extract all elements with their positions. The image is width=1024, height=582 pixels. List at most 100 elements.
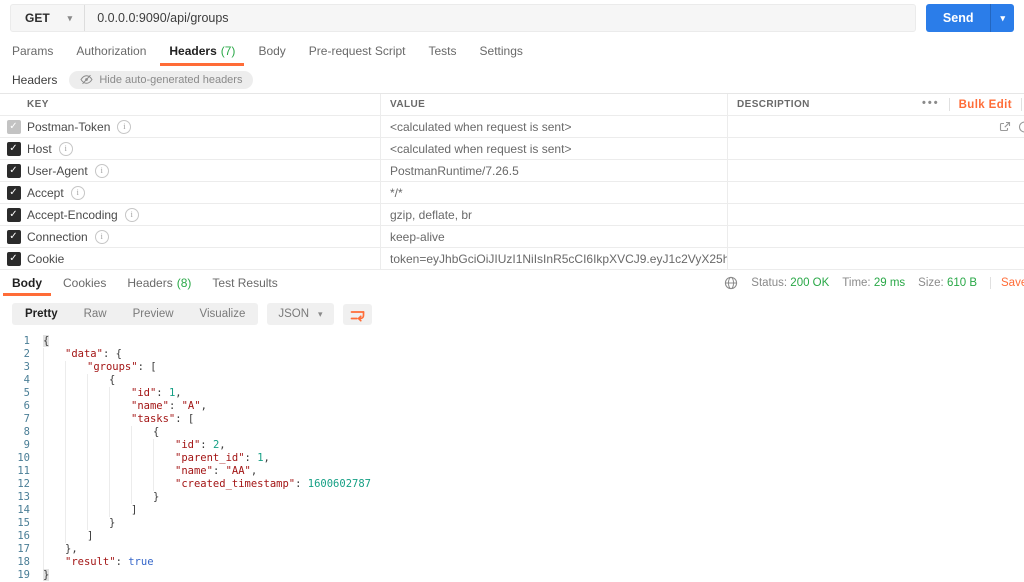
line-number: 15 — [0, 517, 43, 530]
code-line: 5"id": 1, — [0, 387, 1024, 400]
info-icon[interactable]: i — [95, 164, 109, 178]
info-icon[interactable]: i — [71, 186, 85, 200]
line-content: "id": 1, — [43, 387, 182, 400]
request-tab-tests[interactable]: Tests — [429, 36, 457, 66]
response-tab-body[interactable]: Body — [12, 270, 42, 296]
line-number: 4 — [0, 374, 43, 387]
row-checkbox[interactable]: ✓ — [7, 208, 21, 222]
token-p: : — [200, 439, 213, 451]
token-key: "created_timestamp" — [175, 478, 295, 490]
send-options-button[interactable]: ▾ — [990, 4, 1014, 32]
view-tab-pretty[interactable]: Pretty — [12, 303, 71, 325]
more-options-icon[interactable]: ••• — [922, 97, 940, 113]
line-content: ] — [43, 530, 93, 543]
view-tab-preview[interactable]: Preview — [120, 303, 187, 325]
line-number: 8 — [0, 426, 43, 439]
header-value-cell[interactable]: gzip, deflate, br — [380, 204, 727, 225]
request-tab-authorization[interactable]: Authorization — [76, 36, 146, 66]
header-key-name: Connection — [27, 230, 88, 244]
globe-icon[interactable] — [724, 276, 738, 290]
toggle-label: Hide auto-generated headers — [99, 74, 242, 86]
request-tab-params[interactable]: Params — [12, 36, 53, 66]
row-checkbox-cell: ✓ — [0, 116, 27, 137]
row-checkbox[interactable]: ✓ — [7, 230, 21, 244]
external-link-icon[interactable] — [999, 121, 1011, 133]
token-p: } — [43, 569, 49, 581]
view-tab-visualize[interactable]: Visualize — [187, 303, 259, 325]
tab-label: Authorization — [76, 44, 146, 58]
row-checkbox[interactable]: ✓ — [7, 120, 21, 134]
chevron-down-icon: ▾ — [318, 310, 323, 319]
header-key-cell[interactable]: Postman-Tokeni — [27, 116, 380, 137]
line-number: 9 — [0, 439, 43, 452]
header-value-cell[interactable]: PostmanRuntime/7.26.5 — [380, 160, 727, 181]
row-checkbox[interactable]: ✓ — [7, 186, 21, 200]
send-button[interactable]: Send ▾ — [926, 4, 1014, 32]
header-description-cell[interactable] — [727, 248, 920, 269]
line-number: 18 — [0, 556, 43, 569]
info-icon[interactable]: i — [125, 208, 139, 222]
token-p: , — [251, 465, 257, 477]
format-select[interactable]: JSON ▾ — [267, 303, 333, 325]
header-description-cell[interactable] — [727, 116, 920, 137]
response-tab-cookies[interactable]: Cookies — [63, 270, 106, 296]
header-value-cell[interactable]: keep-alive — [380, 226, 727, 247]
save-response-button[interactable]: Save — [990, 277, 1024, 289]
header-value-cell[interactable]: <calculated when request is sent> — [380, 138, 727, 159]
partial-circle-icon[interactable] — [1016, 121, 1024, 133]
response-body-json[interactable]: 1{2"data": {3"groups": [4{5"id": 1,6"nam… — [0, 330, 1024, 582]
token-p: : [ — [175, 413, 194, 425]
response-tab-test-results[interactable]: Test Results — [212, 270, 277, 296]
wrap-lines-button[interactable] — [343, 304, 372, 325]
header-key-cell[interactable]: Cookie — [27, 248, 380, 269]
header-description-cell[interactable] — [727, 226, 920, 247]
size-value: 610 B — [947, 277, 977, 289]
row-checkbox[interactable]: ✓ — [7, 164, 21, 178]
header-description-cell[interactable] — [727, 160, 920, 181]
header-key-cell[interactable]: Accepti — [27, 182, 380, 203]
url-input[interactable] — [85, 5, 915, 31]
response-tabs: Body Cookies Headers(8) Test Results — [12, 270, 278, 296]
header-value-cell[interactable]: <calculated when request is sent> — [380, 116, 727, 137]
method-select[interactable]: GET ▾ — [11, 5, 85, 31]
response-tab-headers[interactable]: Headers(8) — [127, 270, 191, 296]
chevron-down-icon: ▾ — [68, 14, 73, 23]
header-description-cell[interactable] — [727, 204, 920, 225]
indent-guide — [43, 543, 65, 556]
header-key-cell[interactable]: Accept-Encodingi — [27, 204, 380, 225]
info-icon[interactable]: i — [95, 230, 109, 244]
indent-guide — [87, 491, 109, 504]
header-description-cell[interactable] — [727, 138, 920, 159]
header-key-cell[interactable]: Hosti — [27, 138, 380, 159]
request-tab-settings[interactable]: Settings — [480, 36, 523, 66]
table-row: ✓ Connection i keep-alive — [0, 226, 1024, 248]
line-content: { — [43, 426, 159, 439]
header-value-cell[interactable]: token=eyJhbGciOiJIUzI1NiIsInR5cCI6IkpXVC… — [380, 248, 727, 269]
info-icon[interactable]: i — [59, 142, 73, 156]
header-description-cell[interactable] — [727, 182, 920, 203]
chevron-down-icon: ▾ — [1000, 14, 1005, 23]
request-tab-headers[interactable]: Headers(7) — [169, 36, 235, 66]
view-tab-raw[interactable]: Raw — [71, 303, 120, 325]
token-key: "name" — [175, 465, 213, 477]
bulk-edit-button[interactable]: Bulk Edit — [959, 99, 1012, 111]
line-content: "result": true — [43, 556, 154, 569]
response-view-bar: PrettyRawPreviewVisualize JSON ▾ — [0, 296, 1024, 330]
indent-guide — [43, 504, 65, 517]
tab-label: Body — [12, 276, 42, 290]
request-tab-body[interactable]: Body — [258, 36, 285, 66]
header-key-name: Cookie — [27, 252, 64, 266]
row-checkbox[interactable]: ✓ — [7, 252, 21, 266]
tab-label: Settings — [480, 44, 523, 58]
request-tab-pre-request-script[interactable]: Pre-request Script — [309, 36, 406, 66]
row-actions-cell — [920, 226, 1024, 247]
header-value-cell[interactable]: */* — [380, 182, 727, 203]
info-icon[interactable]: i — [117, 120, 131, 134]
format-selected-label: JSON — [278, 308, 309, 320]
table-row: ✓ Cookie token=eyJhbGciOiJIUzI1NiIsInR5cCI… — [0, 248, 1024, 270]
header-key-cell[interactable]: Connection i — [27, 226, 380, 247]
token-key: "id" — [131, 387, 156, 399]
row-checkbox[interactable]: ✓ — [7, 142, 21, 156]
hide-auto-generated-headers-toggle[interactable]: Hide auto-generated headers — [69, 71, 253, 89]
header-key-cell[interactable]: User-Agenti — [27, 160, 380, 181]
